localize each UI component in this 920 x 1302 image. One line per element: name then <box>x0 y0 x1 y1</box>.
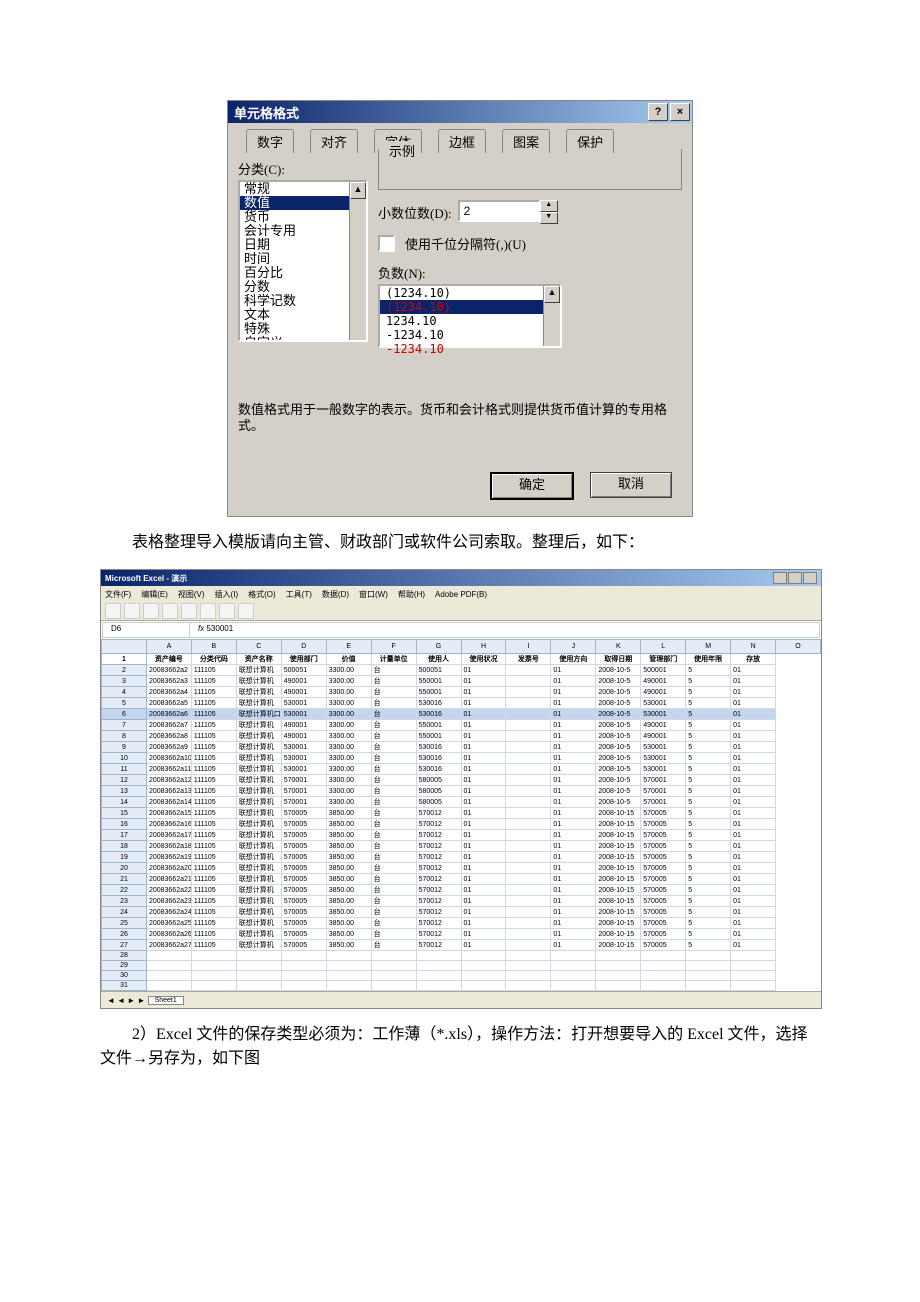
sheet-tab[interactable]: Sheet1 <box>148 996 184 1005</box>
cat-date[interactable]: 日期 <box>240 238 366 252</box>
neg-item[interactable]: -1234.10 <box>380 328 560 342</box>
spin-down-icon[interactable]: ▼ <box>540 212 558 224</box>
excel-titlebar: Microsoft Excel - 演示 <box>101 570 821 586</box>
help-button[interactable]: ? <box>648 103 668 121</box>
body-text-2: 2）Excel 文件的保存类型必须为：工作薄（*.xls），操作方法：打开想要导… <box>100 1023 820 1071</box>
neg-item-selected[interactable]: (1234.10) <box>380 300 560 314</box>
toolbar-icon[interactable] <box>162 603 178 619</box>
cat-text[interactable]: 文本 <box>240 308 366 322</box>
menu-edit[interactable]: 编辑(E) <box>141 589 168 600</box>
toolbar-icon[interactable] <box>200 603 216 619</box>
menu-window[interactable]: 窗口(W) <box>359 589 388 600</box>
cat-accounting[interactable]: 会计专用 <box>240 224 366 238</box>
negative-label: 负数(N): <box>378 263 682 282</box>
cancel-button[interactable]: 取消 <box>590 472 672 498</box>
cat-number[interactable]: 数值 <box>240 196 366 210</box>
decimal-input[interactable] <box>458 200 540 222</box>
cat-scientific[interactable]: 科学记数 <box>240 294 366 308</box>
cat-custom[interactable]: 自定义 <box>240 336 366 342</box>
menu-format[interactable]: 格式(O) <box>248 589 276 600</box>
excel-title: Microsoft Excel - 演示 <box>105 573 187 584</box>
listbox-scrollbar[interactable]: ▲ <box>349 182 366 340</box>
name-box[interactable]: D6 <box>103 623 190 637</box>
menu-file[interactable]: 文件(F) <box>105 589 131 600</box>
spin-up-icon[interactable]: ▲ <box>540 200 558 212</box>
thousand-label: 使用千位分隔符(,)(U) <box>405 234 526 253</box>
dialog-titlebar: 单元格格式 ? × <box>228 101 692 123</box>
tab-align[interactable]: 对齐 <box>310 129 358 153</box>
close-button[interactable]: × <box>670 103 690 121</box>
cat-currency[interactable]: 货币 <box>240 210 366 224</box>
cat-time[interactable]: 时间 <box>240 252 366 266</box>
excel-statusbar: ◄ ◄ ► ► Sheet1 <box>101 991 821 1008</box>
toolbar-icon[interactable] <box>143 603 159 619</box>
formula-value[interactable]: fx 530001 <box>190 623 241 637</box>
menu-pdf[interactable]: Adobe PDF(B) <box>435 590 487 599</box>
toolbar-icon[interactable] <box>124 603 140 619</box>
toolbar-icon[interactable] <box>105 603 121 619</box>
cat-percent[interactable]: 百分比 <box>240 266 366 280</box>
formula-bar: D6 fx 530001 <box>102 622 820 638</box>
cat-special[interactable]: 特殊 <box>240 322 366 336</box>
cat-general[interactable]: 常规 <box>240 182 366 196</box>
sample-label: 示例 <box>385 141 419 160</box>
decimal-label: 小数位数(D): <box>378 203 452 222</box>
max-icon[interactable] <box>788 572 802 584</box>
format-cells-dialog: 单元格格式 ? × 数字 对齐 字体 边框 图案 保护 分类(C): 常规 数值… <box>227 100 693 517</box>
menu-tools[interactable]: 工具(T) <box>286 589 312 600</box>
format-description: 数值格式用于一般数字的表示。货币和会计格式则提供货币值计算的专用格式。 <box>238 402 682 434</box>
ok-button[interactable]: 确定 <box>490 472 574 500</box>
excel-window: Microsoft Excel - 演示 文件(F) 编辑(E) 视图(V) 插… <box>100 569 822 1009</box>
sample-group: 示例 <box>378 149 682 190</box>
menu-data[interactable]: 数据(D) <box>322 589 349 600</box>
category-label: 分类(C): <box>238 159 378 178</box>
neg-item[interactable]: 1234.10 <box>380 314 560 328</box>
excel-toolbar <box>101 602 821 621</box>
decimal-spinner[interactable]: ▲▼ <box>458 200 558 224</box>
menu-help[interactable]: 帮助(H) <box>398 589 425 600</box>
category-listbox[interactable]: 常规 数值 货币 会计专用 日期 时间 百分比 分数 科学记数 文本 特殊 自定… <box>238 180 368 342</box>
neg-item[interactable]: -1234.10 <box>380 342 560 356</box>
min-icon[interactable] <box>773 572 787 584</box>
negative-listbox[interactable]: (1234.10) (1234.10) 1234.10 -1234.10 -12… <box>378 284 562 348</box>
excel-grid[interactable]: ABCDEFGHIJKLMNO1资产编号分类代码资产名称使用部门价值计量单位使用… <box>101 639 821 991</box>
toolbar-icon[interactable] <box>219 603 235 619</box>
cat-fraction[interactable]: 分数 <box>240 280 366 294</box>
toolbar-icon[interactable] <box>181 603 197 619</box>
close-icon[interactable] <box>803 572 817 584</box>
dialog-title: 单元格格式 <box>234 103 299 122</box>
neg-scrollbar[interactable]: ▲ <box>543 286 560 346</box>
tab-number[interactable]: 数字 <box>246 129 294 153</box>
menu-view[interactable]: 视图(V) <box>178 589 205 600</box>
body-text-1: 表格整理导入模版请向主管、财政部门或软件公司索取。整理后，如下： <box>100 531 820 555</box>
menu-insert[interactable]: 插入(I) <box>215 589 239 600</box>
neg-item[interactable]: (1234.10) <box>380 286 560 300</box>
excel-menubar: 文件(F) 编辑(E) 视图(V) 插入(I) 格式(O) 工具(T) 数据(D… <box>101 586 821 602</box>
thousand-checkbox[interactable] <box>378 235 395 252</box>
toolbar-icon[interactable] <box>238 603 254 619</box>
